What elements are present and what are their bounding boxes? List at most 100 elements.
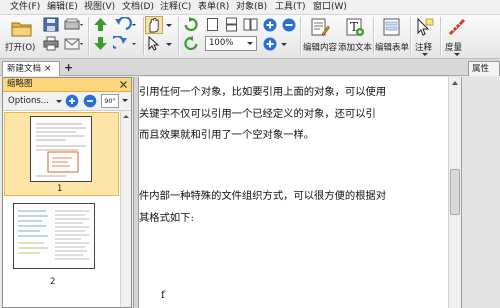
chevron-down-icon xyxy=(247,42,253,45)
open-label: 打开(O) xyxy=(5,43,36,53)
document-line-5: 其格式如下: xyxy=(139,212,194,224)
document-line-6: f xyxy=(161,289,165,301)
hand-icon xyxy=(149,17,159,33)
edit-form-icon xyxy=(383,18,400,36)
select-tool-button[interactable] xyxy=(145,36,163,52)
nav-up-button[interactable] xyxy=(93,17,109,33)
edit-content-button[interactable]: 编辑内容 xyxy=(303,17,337,55)
tab-properties[interactable]: 属性 xyxy=(468,61,500,76)
save-button[interactable] xyxy=(43,17,61,33)
scroll-up-arrow-icon[interactable] xyxy=(449,78,461,88)
hand-tool-dropdown[interactable] xyxy=(165,18,173,32)
chevron-down-icon[interactable] xyxy=(121,94,129,108)
undo-icon xyxy=(115,17,136,31)
add-text-button[interactable]: T 添加文本 xyxy=(338,17,372,55)
zoom-field[interactable]: 100% xyxy=(205,36,257,51)
facing-pages-icon xyxy=(243,18,258,31)
scanner-icon xyxy=(64,18,83,30)
zoom-in-thumbnails-icon[interactable] xyxy=(65,94,79,108)
menu-window[interactable]: 窗口(W) xyxy=(311,1,349,14)
hand-tool-button[interactable] xyxy=(145,16,163,34)
mail-icon xyxy=(64,38,83,50)
comment-button[interactable]: 注释 xyxy=(413,17,437,56)
thumbnail-item-page-1[interactable]: 1 xyxy=(4,112,119,196)
zoom-in-button[interactable] xyxy=(262,17,278,33)
zoom-tool-button[interactable] xyxy=(262,36,278,52)
menu-document[interactable]: 文档(D) xyxy=(120,1,156,14)
close-tab-icon[interactable]: × xyxy=(44,62,52,76)
tab-new-document[interactable]: 新建文档 × xyxy=(2,61,60,76)
green-arrow-up-icon xyxy=(94,18,107,31)
document-scrollbar[interactable] xyxy=(448,77,461,308)
zoom-tool-dropdown[interactable] xyxy=(280,38,288,50)
menu-tools[interactable]: 工具(T) xyxy=(273,1,308,14)
zoom-in-icon xyxy=(263,18,277,32)
rotate-ccw-button[interactable] xyxy=(183,36,200,52)
chevron-down-icon xyxy=(422,53,428,56)
chevron-down-icon xyxy=(454,53,460,56)
document-view[interactable]: 引用任何一个对象，比如要引用上面的对象，可以使用 关键字不仅可以引用一个已经定义… xyxy=(139,77,448,308)
single-page-icon xyxy=(207,18,218,31)
thumbnail-item-page-2[interactable]: 2 xyxy=(4,201,119,307)
toolbar: 打开(O) 100% 编辑内容 T 添加文本 编辑表单 注释 度量 xyxy=(0,15,500,59)
chevron-down-icon xyxy=(281,43,287,46)
zoom-value: 100% xyxy=(209,38,234,48)
undo-button[interactable] xyxy=(113,17,139,33)
thumbnail-panel-header: 缩略图 xyxy=(3,78,131,92)
document-line-1: 引用任何一个对象，比如要引用上面的对象，可以使用 xyxy=(139,86,387,98)
email-button[interactable] xyxy=(64,36,84,52)
scroll-up-arrow-icon[interactable] xyxy=(121,112,131,120)
rotate-cw-button[interactable] xyxy=(183,17,200,33)
page-1-number: 1 xyxy=(57,184,63,194)
open-button[interactable]: 打开(O) xyxy=(5,18,39,56)
thumbnail-toolbar: Options... 90° xyxy=(3,92,131,111)
document-scroll-thumb[interactable] xyxy=(450,169,460,215)
nav-down-button[interactable] xyxy=(93,36,109,52)
close-icon[interactable] xyxy=(119,80,128,89)
facing-view-button[interactable] xyxy=(243,17,259,32)
page-1-thumbnail-image xyxy=(30,116,92,182)
document-line-3: 而且效果就和引用了一个空对象一样。 xyxy=(139,129,315,141)
rotate-counterclockwise-icon xyxy=(184,36,198,51)
measure-button[interactable]: 度量 xyxy=(443,17,471,56)
thumbnail-panel-title: 缩略图 xyxy=(7,79,33,89)
scan-button[interactable] xyxy=(64,17,84,33)
printer-icon xyxy=(43,36,59,51)
new-tab-icon[interactable]: + xyxy=(64,61,73,74)
edit-content-label: 编辑内容 xyxy=(303,43,338,53)
edit-form-label: 编辑表单 xyxy=(375,43,410,53)
continuous-pages-icon xyxy=(226,17,237,32)
thumbnail-list: 1 2 xyxy=(3,111,120,307)
continuous-view-button[interactable] xyxy=(224,17,240,32)
menu-file[interactable]: 文件(F) xyxy=(8,1,42,14)
thumbnail-scrollbar[interactable] xyxy=(120,111,131,307)
zoom-out-button[interactable] xyxy=(281,17,297,33)
add-text-label: 添加文本 xyxy=(338,43,373,53)
redo-button[interactable] xyxy=(113,36,139,52)
menu-edit[interactable]: 编辑(E) xyxy=(45,1,80,14)
print-button[interactable] xyxy=(43,36,61,52)
chevron-down-icon xyxy=(56,100,62,103)
menu-comment[interactable]: 注释(C) xyxy=(158,1,193,14)
menu-form[interactable]: 表单(R) xyxy=(196,1,231,14)
green-arrow-down-icon xyxy=(94,37,107,50)
properties-panel xyxy=(461,77,500,308)
menu-object[interactable]: 对象(B) xyxy=(234,1,269,14)
select-tool-dropdown[interactable] xyxy=(165,37,173,51)
tab-label: 新建文档 xyxy=(7,64,42,74)
thumbnail-options-menu[interactable]: Options... xyxy=(8,96,49,106)
menu-view[interactable]: 视图(V) xyxy=(82,1,117,14)
chevron-down-icon xyxy=(166,24,172,27)
properties-tab-label: 属性 xyxy=(472,64,490,74)
redo-icon xyxy=(113,36,136,50)
thumbnail-panel: 缩略图 Options... 90° 1 2 xyxy=(2,77,132,308)
measure-icon xyxy=(448,18,466,36)
single-page-view-button[interactable] xyxy=(205,17,221,32)
document-line-4: 件内部一种特殊的文件组织方式，可以很方便的根据对 xyxy=(139,190,387,202)
zoom-tool-icon xyxy=(263,37,277,51)
rotate-thumbnail-button[interactable]: 90° xyxy=(101,94,119,108)
comment-icon xyxy=(417,17,434,36)
add-text-icon: T xyxy=(346,18,364,36)
edit-form-button[interactable]: 编辑表单 xyxy=(375,17,409,55)
zoom-out-thumbnails-icon[interactable] xyxy=(83,94,97,108)
